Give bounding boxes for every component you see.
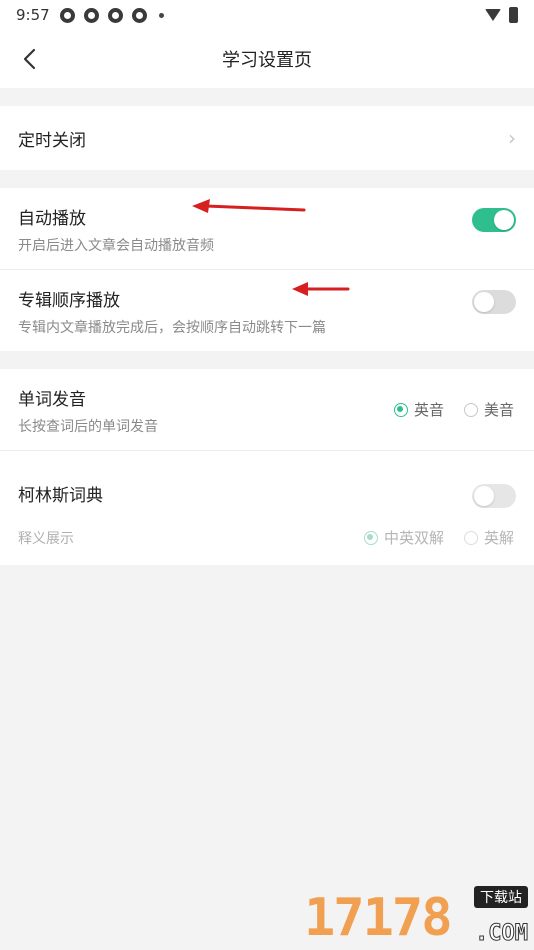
dictionary-section: 单词发音 长按查词后的单词发音 英音 美音 柯林斯词典 释义展示 中英双解 英解	[0, 369, 534, 565]
radio-bilingual-label: 中英双解	[383, 529, 444, 547]
radio-selected-icon	[393, 402, 408, 417]
notification-icon	[59, 7, 75, 23]
timer-row[interactable]: 定时关闭 ›	[0, 106, 534, 170]
section-gap	[0, 88, 534, 106]
watermark-digits: 17178	[304, 888, 453, 948]
status-bar: 9:57	[0, 0, 534, 30]
status-time: 9:57	[16, 6, 50, 24]
page-header: 学习设置页	[0, 30, 534, 88]
radio-american-label: 美音	[483, 401, 514, 419]
auto-play-subtitle: 开启后进入文章会自动播放音频	[18, 238, 214, 254]
word-pron-subtitle: 长按查词后的单词发音	[18, 419, 158, 435]
album-play-title: 专辑顺序播放	[18, 291, 120, 311]
section-gap	[0, 351, 534, 369]
notification-icon	[83, 7, 99, 23]
radio-english-label: 英解	[483, 529, 514, 547]
word-pron-title: 单词发音	[18, 390, 86, 410]
pron-radio-group: 英音 美音	[393, 399, 514, 420]
collins-row: 柯林斯词典 释义展示 中英双解 英解	[0, 451, 534, 565]
collins-sub-label: 释义展示	[18, 531, 74, 547]
notification-icon	[131, 7, 147, 23]
album-play-toggle[interactable]	[472, 290, 516, 314]
page-title: 学习设置页	[222, 50, 312, 71]
definition-radio-group: 中英双解 英解	[363, 527, 514, 548]
timer-label: 定时关闭	[18, 130, 86, 151]
album-play-row: 专辑顺序播放 专辑内文章播放完成后，会按顺序自动跳转下一篇	[0, 270, 534, 351]
back-arrow-icon[interactable]	[20, 47, 42, 71]
watermark-domain: .COM	[475, 921, 529, 947]
radio-unselected-icon	[463, 402, 478, 417]
watermark-logo: 17178 下载站 .COM	[304, 882, 534, 950]
radio-english[interactable]: 英解	[463, 527, 514, 548]
section-gap	[0, 170, 534, 188]
collins-title: 柯林斯词典	[18, 486, 103, 506]
album-play-subtitle: 专辑内文章播放完成后，会按顺序自动跳转下一篇	[18, 320, 326, 336]
radio-american[interactable]: 美音	[463, 399, 514, 420]
chevron-right-icon: ›	[508, 126, 516, 150]
collins-toggle[interactable]	[472, 484, 516, 508]
annotation-arrow-icon	[292, 282, 350, 296]
notification-icon	[107, 7, 123, 23]
more-notifications-icon	[158, 12, 164, 18]
watermark-tag: 下载站	[474, 886, 528, 908]
battery-icon	[509, 7, 518, 23]
auto-play-title: 自动播放	[18, 209, 86, 229]
auto-play-toggle[interactable]	[472, 208, 516, 232]
timer-section: 定时关闭 ›	[0, 106, 534, 170]
annotation-arrow-icon	[192, 199, 306, 213]
word-pron-row: 单词发音 长按查词后的单词发音 英音 美音	[0, 369, 534, 450]
radio-selected-icon	[363, 530, 378, 545]
radio-british-label: 英音	[413, 401, 444, 419]
radio-bilingual[interactable]: 中英双解	[363, 527, 444, 548]
wifi-icon	[485, 9, 501, 21]
radio-british[interactable]: 英音	[393, 399, 444, 420]
radio-unselected-icon	[463, 530, 478, 545]
